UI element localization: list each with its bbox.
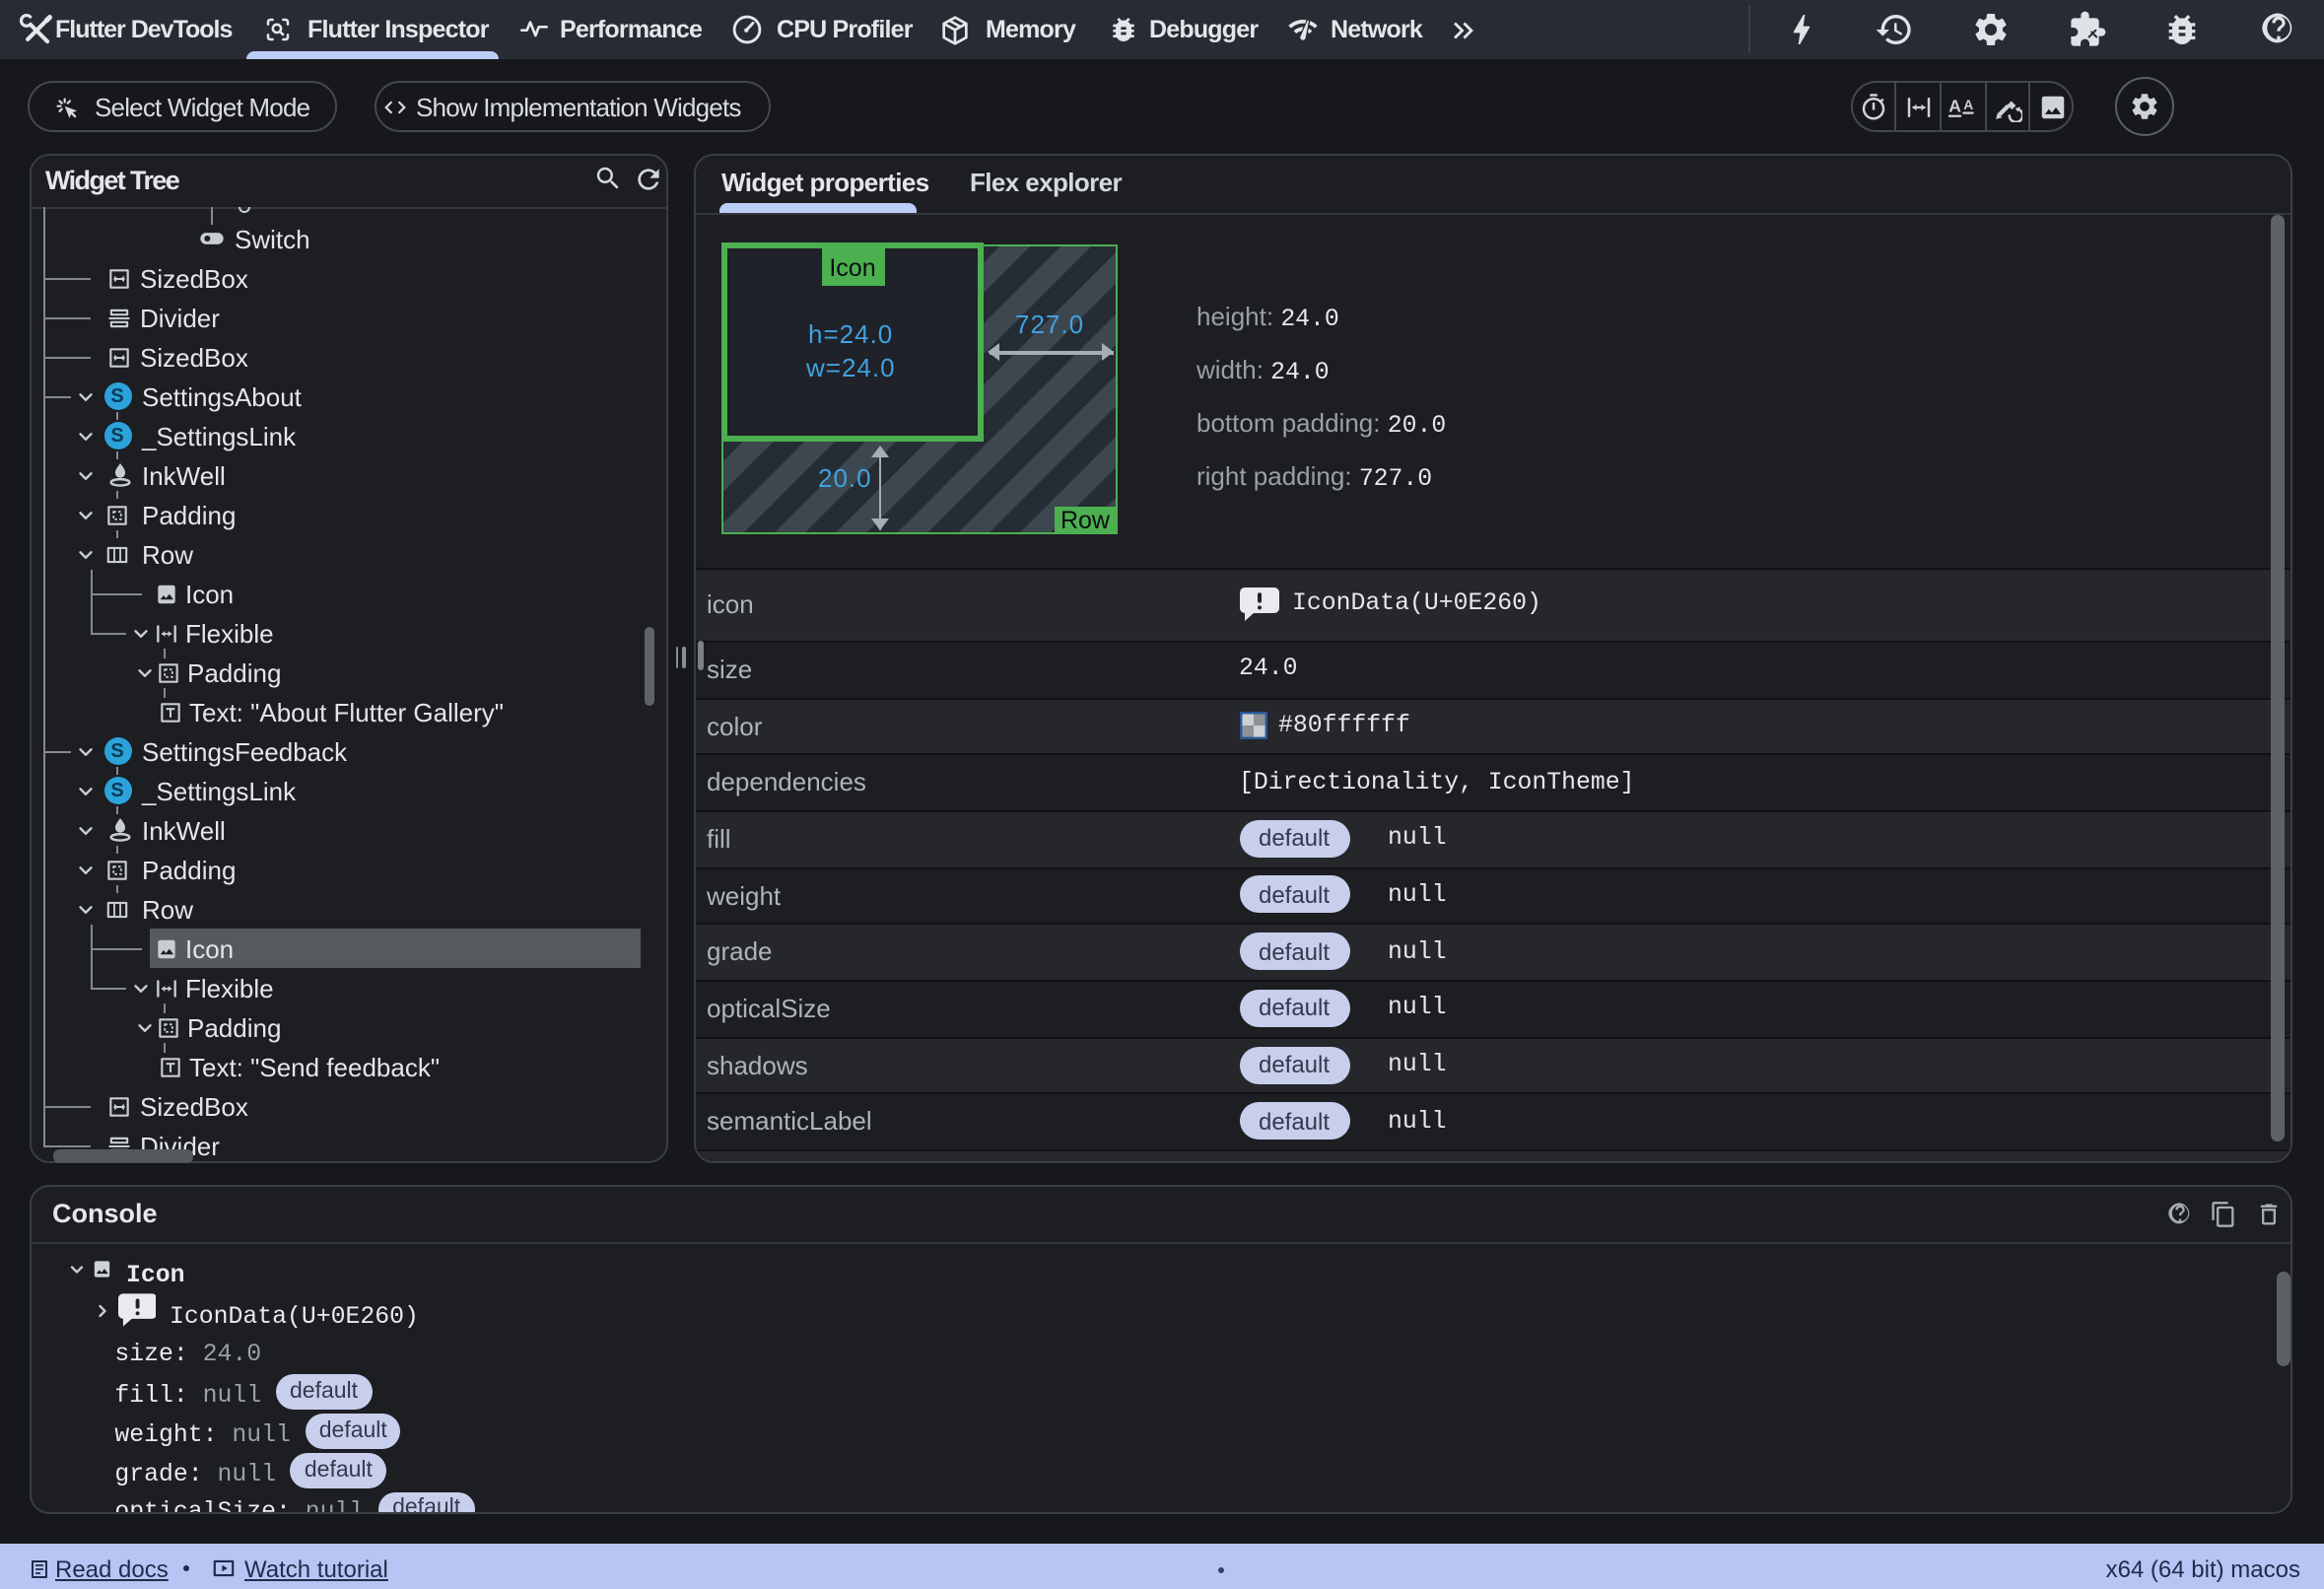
svg-text:A: A bbox=[1963, 97, 1973, 111]
svg-text:A: A bbox=[1948, 95, 1961, 114]
